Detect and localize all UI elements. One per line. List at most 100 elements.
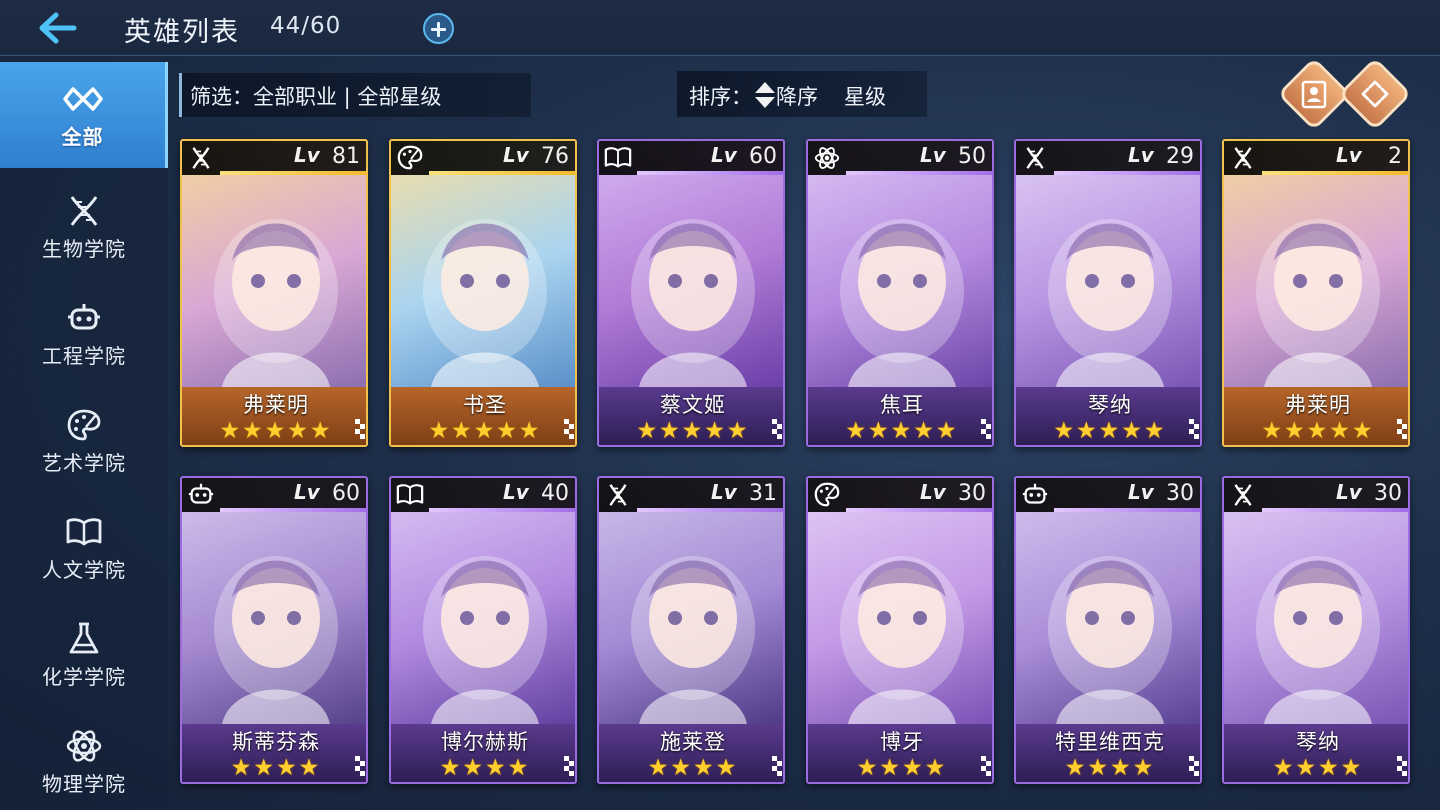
palette-icon xyxy=(397,145,423,170)
hero-name: 博牙 xyxy=(880,730,924,754)
star-rating: ★★★★ xyxy=(439,755,531,781)
card-header: Lv 30 xyxy=(808,478,992,512)
sidebar-item-chemistry[interactable]: 化学学院 xyxy=(0,602,168,708)
sidebar-item-label: 艺术学院 xyxy=(42,450,126,475)
checkered-flag-icon xyxy=(564,756,574,776)
hero-name: 琴纳 xyxy=(1088,393,1132,417)
hero-portrait xyxy=(1224,478,1408,724)
hero-card[interactable]: Lv 60 蔡文姬 ★★★★★ xyxy=(597,139,785,447)
hero-level: 29 xyxy=(1166,144,1194,169)
profile-card-button[interactable] xyxy=(1277,57,1351,131)
hero-name: 焦耳 xyxy=(880,393,924,417)
sidebar-item-label: 人文学院 xyxy=(42,557,126,582)
card-footer: 弗莱明 ★★★★★ xyxy=(182,387,366,445)
robot-icon xyxy=(68,303,100,329)
level-label: Lv xyxy=(294,480,320,504)
hero-card[interactable]: Lv 29 琴纳 ★★★★★ xyxy=(1014,139,1202,447)
hero-level: 31 xyxy=(749,481,777,506)
hero-name: 蔡文姬 xyxy=(660,393,726,417)
level-label: Lv xyxy=(920,480,946,504)
back-arrow-icon[interactable] xyxy=(36,10,78,46)
star-rating: ★★★★ xyxy=(647,755,739,781)
id-card-icon xyxy=(1301,80,1327,109)
checkered-flag-icon xyxy=(772,419,782,439)
level-label: Lv xyxy=(711,143,737,167)
card-header: Lv 2 xyxy=(1224,141,1408,175)
hero-card[interactable]: Lv 31 施莱登 ★★★★ xyxy=(597,476,785,784)
add-slot-button[interactable] xyxy=(423,13,454,44)
level-label: Lv xyxy=(503,143,529,167)
sort-control[interactable]: 排序： 降序 星级 xyxy=(677,71,927,117)
hero-card[interactable]: Lv 30 琴纳 ★★★★ xyxy=(1222,476,1410,784)
sort-field[interactable]: 星级 xyxy=(844,85,886,109)
hero-card[interactable]: Lv 30 特里维西克 ★★★★ xyxy=(1014,476,1202,784)
level-label: Lv xyxy=(294,143,320,167)
infinity-icon xyxy=(62,86,103,111)
checkered-flag-icon xyxy=(981,419,991,439)
book-icon xyxy=(604,147,632,168)
hero-name: 博尔赫斯 xyxy=(441,730,529,754)
hero-portrait xyxy=(1224,141,1408,387)
card-header: Lv 30 xyxy=(1224,478,1408,512)
dna-icon xyxy=(1234,484,1252,506)
filter-button[interactable]: 筛选：全部职业 | 全部星级 xyxy=(179,73,531,117)
book-icon xyxy=(396,484,424,505)
hero-name: 书圣 xyxy=(463,393,507,417)
page-title: 英雄列表 xyxy=(124,17,240,48)
hero-card[interactable]: Lv 81 弗莱明 ★★★★★ xyxy=(180,139,368,447)
checkered-flag-icon xyxy=(564,419,574,439)
hero-level: 2 xyxy=(1388,144,1402,169)
card-header: Lv 30 xyxy=(1016,478,1200,512)
sidebar-item-physics[interactable]: 物理学院 xyxy=(0,709,168,810)
hero-portrait xyxy=(599,141,783,387)
checkered-flag-icon xyxy=(772,756,782,776)
hero-level: 30 xyxy=(958,481,986,506)
card-header: Lv 76 xyxy=(391,141,575,175)
level-label: Lv xyxy=(1128,480,1154,504)
card-footer: 书圣 ★★★★★ xyxy=(391,387,575,445)
hero-card[interactable]: Lv 30 博牙 ★★★★ xyxy=(806,476,994,784)
card-footer: 弗莱明 ★★★★★ xyxy=(1224,387,1408,445)
card-header: Lv 81 xyxy=(182,141,366,175)
level-label: Lv xyxy=(920,143,946,167)
sort-prefix: 排序： xyxy=(689,85,752,109)
hero-portrait xyxy=(599,478,783,724)
hero-card[interactable]: Lv 2 弗莱明 ★★★★★ xyxy=(1222,139,1410,447)
expand-view-button[interactable] xyxy=(1338,57,1412,131)
star-rating: ★★★★★ xyxy=(845,418,959,444)
hero-name: 特里维西克 xyxy=(1055,730,1165,754)
dna-icon xyxy=(192,147,210,169)
card-header: Lv 60 xyxy=(182,478,366,512)
hero-portrait xyxy=(1016,141,1200,387)
card-footer: 博牙 ★★★★ xyxy=(808,724,992,782)
star-rating: ★★★★★ xyxy=(219,418,333,444)
hero-name: 斯蒂芬森 xyxy=(232,730,320,754)
sidebar-item-label: 全部 xyxy=(61,124,104,149)
sidebar-item-label: 生物学院 xyxy=(42,236,126,261)
hero-level: 76 xyxy=(541,144,569,169)
hero-portrait xyxy=(808,141,992,387)
hero-portrait xyxy=(1016,478,1200,724)
hero-level: 60 xyxy=(332,481,360,506)
sidebar-item-all[interactable]: 全部 xyxy=(0,62,168,168)
sort-order[interactable]: 降序 xyxy=(776,85,818,109)
star-rating: ★★★★ xyxy=(1064,755,1156,781)
checkered-flag-icon xyxy=(1189,419,1199,439)
sidebar-item-biology[interactable]: 生物学院 xyxy=(0,174,168,280)
top-header: 英雄列表 44/60 xyxy=(0,0,1440,56)
palette-icon xyxy=(814,482,840,507)
hero-card[interactable]: Lv 60 斯蒂芬森 ★★★★ xyxy=(180,476,368,784)
hero-card[interactable]: Lv 50 焦耳 ★★★★★ xyxy=(806,139,994,447)
sidebar-item-label: 化学学院 xyxy=(42,664,126,689)
category-sidebar: 全部 生物学院 工程学院 艺术学院 人文学院 化学学院 物理学院 xyxy=(0,62,168,810)
sort-toggle-icon[interactable] xyxy=(754,80,776,110)
level-label: Lv xyxy=(711,480,737,504)
card-footer: 斯蒂芬森 ★★★★ xyxy=(182,724,366,782)
sidebar-item-engineering[interactable]: 工程学院 xyxy=(0,281,168,387)
star-rating: ★★★★★ xyxy=(1261,418,1375,444)
hero-card[interactable]: Lv 40 博尔赫斯 ★★★★ xyxy=(389,476,577,784)
sidebar-item-humanities[interactable]: 人文学院 xyxy=(0,495,168,601)
sidebar-item-label: 物理学院 xyxy=(42,771,126,796)
hero-card[interactable]: Lv 76 书圣 ★★★★★ xyxy=(389,139,577,447)
sidebar-item-art[interactable]: 艺术学院 xyxy=(0,388,168,494)
